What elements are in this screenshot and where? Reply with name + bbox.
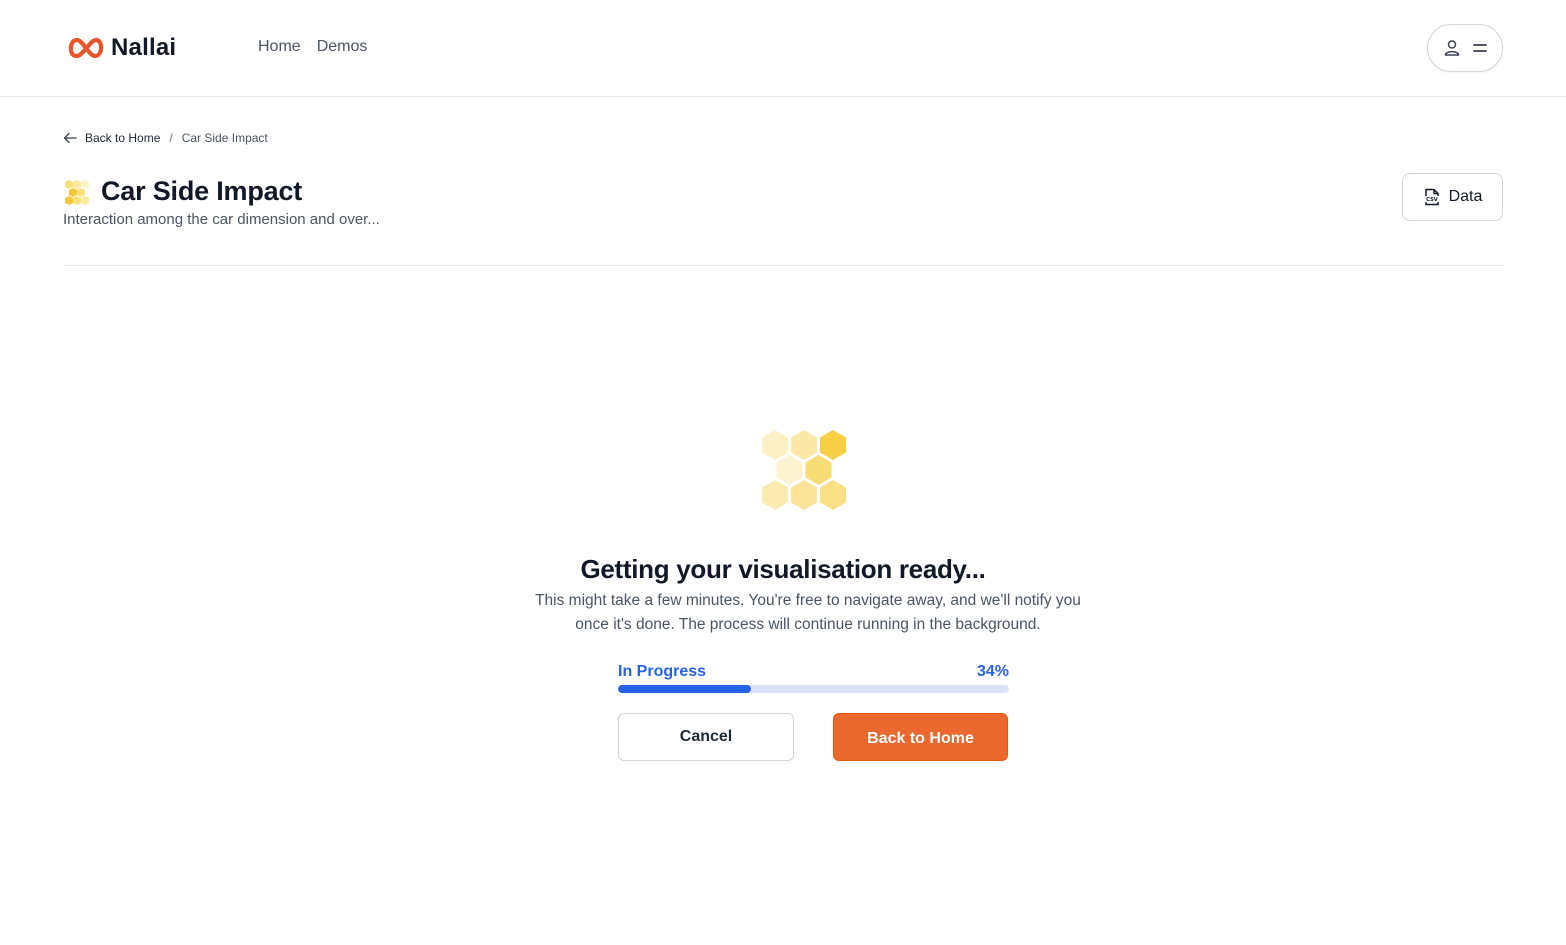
page-subtitle: Interaction among the car dimension and …: [63, 211, 380, 228]
back-to-home-button[interactable]: Back to Home: [833, 713, 1008, 761]
breadcrumb-separator: /: [169, 131, 173, 145]
loading-title: Getting your visualisation ready...: [580, 554, 986, 584]
breadcrumb-current: Car Side Impact: [181, 131, 268, 145]
progress-section: In Progress 34%: [618, 663, 1009, 693]
brand-name: Nallai: [111, 34, 177, 61]
honeycomb-loader-icon: [762, 430, 846, 510]
progress-labels: In Progress 34%: [618, 663, 1009, 681]
cancel-button[interactable]: Cancel: [618, 713, 794, 761]
nav-demos-link[interactable]: Demos: [317, 38, 368, 56]
progress-percent: 34%: [976, 663, 1009, 680]
page-title-row: Car Side Impact: [63, 176, 302, 207]
breadcrumb-back-label: Back to Home: [85, 131, 161, 145]
breadcrumb-back-link[interactable]: Back to Home: [63, 131, 160, 145]
progress-track: [618, 685, 1009, 693]
progress-fill: [618, 685, 751, 693]
user-menu-button[interactable]: [1427, 24, 1503, 72]
progress-status: In Progress: [618, 663, 707, 680]
logo-infinity-icon: [68, 37, 104, 59]
arrow-left-icon: [63, 132, 77, 144]
breadcrumb: Back to Home / Car Side Impact: [63, 131, 268, 145]
menu-icon: [1473, 44, 1487, 52]
section-divider: [63, 265, 1503, 266]
loading-description: This might take a few minutes. You're fr…: [535, 592, 1081, 633]
svg-text:CSV: CSV: [1426, 197, 1438, 203]
data-button-label: Data: [1448, 188, 1483, 205]
data-csv-button[interactable]: CSV Data: [1402, 173, 1503, 221]
brand-logo[interactable]: Nallai: [67, 34, 176, 62]
csv-file-icon: CSV: [1424, 188, 1439, 206]
page-title: Car Side Impact: [101, 176, 303, 206]
top-navbar: Nallai Home Demos: [0, 0, 1566, 97]
main-nav: Home Demos: [258, 38, 367, 56]
honeycomb-icon: [65, 179, 89, 205]
user-icon: [1444, 40, 1460, 56]
nav-home-link[interactable]: Home: [258, 38, 301, 56]
